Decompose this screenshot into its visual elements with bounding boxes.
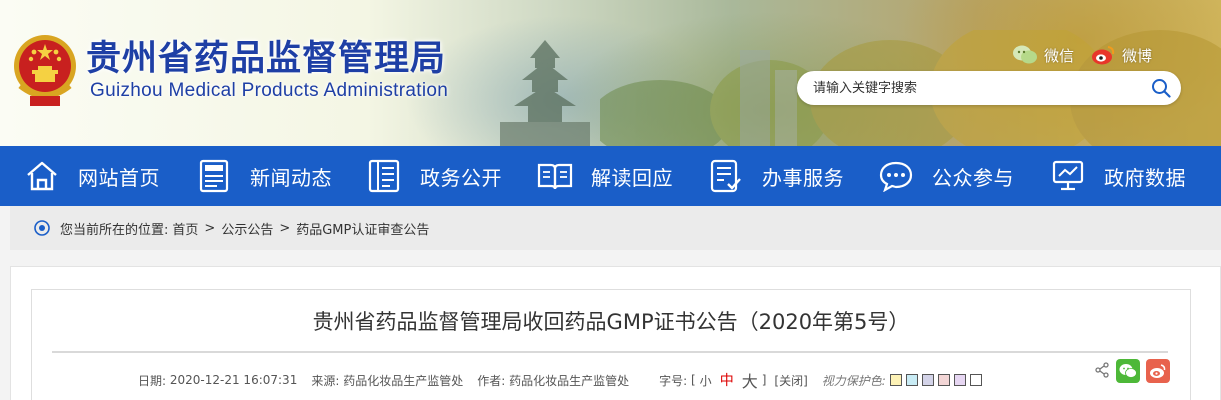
nav-item-news[interactable]: 新闻动态 xyxy=(196,146,332,206)
share-icon[interactable] xyxy=(1094,362,1110,378)
nav-item-gov-affairs[interactable]: 政务公开 xyxy=(366,146,502,206)
bracket-open: [ xyxy=(690,373,696,387)
breadcrumb-gmp[interactable]: 药品GMP认证审查公告 xyxy=(296,219,429,238)
nav-label: 办事服务 xyxy=(762,165,844,190)
pavilion-illustration xyxy=(500,40,590,146)
wechat-link[interactable]: 微信 xyxy=(1012,44,1074,66)
breadcrumb-prefix: 您当前所在的位置: xyxy=(60,222,169,238)
bracket-close: ] xyxy=(761,373,767,387)
font-small-button[interactable]: 小 xyxy=(700,372,712,389)
breadcrumb-home[interactable]: 首页 xyxy=(172,219,198,238)
nav-label: 政务公开 xyxy=(420,165,502,190)
nav-item-gov-data[interactable]: 政府数据 xyxy=(1050,146,1186,206)
eye-protection-swatch[interactable] xyxy=(953,374,966,386)
main-nav: 网站首页 新闻动态 政务公开 解读回应 办事服务 公众参与 政府数据 xyxy=(0,146,1221,206)
chat-icon xyxy=(878,158,914,194)
eye-protection-swatch[interactable] xyxy=(905,374,918,386)
close-button[interactable]: [关闭] xyxy=(774,372,807,389)
breadcrumb-separator: > xyxy=(279,220,291,236)
wechat-icon xyxy=(1013,45,1037,64)
site-subtitle: Guizhou Medical Products Administration xyxy=(90,80,449,101)
nav-label: 公众参与 xyxy=(932,165,1014,190)
author-label: 作者: xyxy=(477,373,506,388)
font-medium-button[interactable]: 中 xyxy=(720,370,734,390)
weibo-icon xyxy=(1150,364,1166,378)
nav-item-interpretation[interactable]: 解读回应 xyxy=(537,146,673,206)
wechat-label: 微信 xyxy=(1044,47,1075,65)
nav-label: 政府数据 xyxy=(1104,165,1186,190)
nav-item-participation[interactable]: 公众参与 xyxy=(878,146,1014,206)
data-screen-icon xyxy=(1050,158,1086,194)
eye-protection-swatch[interactable] xyxy=(969,374,982,386)
wechat-icon xyxy=(1119,364,1137,378)
weibo-link[interactable]: 微博 xyxy=(1090,44,1152,66)
title-divider xyxy=(52,351,1168,353)
eye-protection-swatch[interactable] xyxy=(889,374,902,386)
article-title: 贵州省药品监督管理局收回药品GMP证书公告（2020年第5号） xyxy=(312,310,910,334)
home-icon xyxy=(24,158,60,194)
source-value: 药品化妆品生产监管处 xyxy=(343,373,464,388)
eye-protection-swatches xyxy=(886,374,982,386)
weibo-icon xyxy=(1092,46,1115,65)
header-banner: 贵州省药品监督管理局 Guizhou Medical Products Admi… xyxy=(0,0,1221,146)
nav-label: 网站首页 xyxy=(78,165,160,190)
share-weibo-button[interactable] xyxy=(1146,359,1170,383)
breadcrumb-announcements[interactable]: 公示公告 xyxy=(221,219,273,238)
service-icon xyxy=(708,158,744,194)
font-size-label: 字号: xyxy=(659,373,688,388)
nav-label: 解读回应 xyxy=(591,165,673,190)
article-meta: 日期: 2020-12-21 16:07:31 来源: 药品化妆品生产监管处 作… xyxy=(138,368,982,392)
author-value: 药品化妆品生产监管处 xyxy=(509,373,630,388)
book-icon xyxy=(537,158,573,194)
publish-date: 2020-12-21 16:07:31 xyxy=(169,373,298,387)
breadcrumb: 您当前所在的位置: 首页 > 公示公告 > 药品GMP认证审查公告 xyxy=(10,206,1221,250)
eye-protection-swatch[interactable] xyxy=(921,374,934,386)
search-icon xyxy=(1152,79,1171,98)
search-box xyxy=(797,71,1181,105)
source-label: 来源: xyxy=(311,373,340,388)
nav-item-home[interactable]: 网站首页 xyxy=(24,146,160,206)
national-emblem-logo xyxy=(14,35,76,106)
nav-item-services[interactable]: 办事服务 xyxy=(708,146,844,206)
breadcrumb-separator: > xyxy=(204,220,216,236)
date-label: 日期: xyxy=(138,373,167,388)
nav-label: 新闻动态 xyxy=(250,165,332,190)
site-title: 贵州省药品监督管理局 xyxy=(86,39,447,79)
search-input[interactable] xyxy=(797,71,1141,105)
eye-protection-swatch[interactable] xyxy=(937,374,950,386)
location-icon xyxy=(34,220,50,236)
search-button[interactable] xyxy=(1141,71,1181,105)
share-wechat-button[interactable] xyxy=(1116,359,1140,383)
font-large-button[interactable]: 大 xyxy=(742,368,758,392)
eye-protection-label: 视力保护色: xyxy=(821,373,886,388)
news-icon xyxy=(196,158,232,194)
document-icon xyxy=(366,158,402,194)
weibo-label: 微博 xyxy=(1122,47,1153,65)
